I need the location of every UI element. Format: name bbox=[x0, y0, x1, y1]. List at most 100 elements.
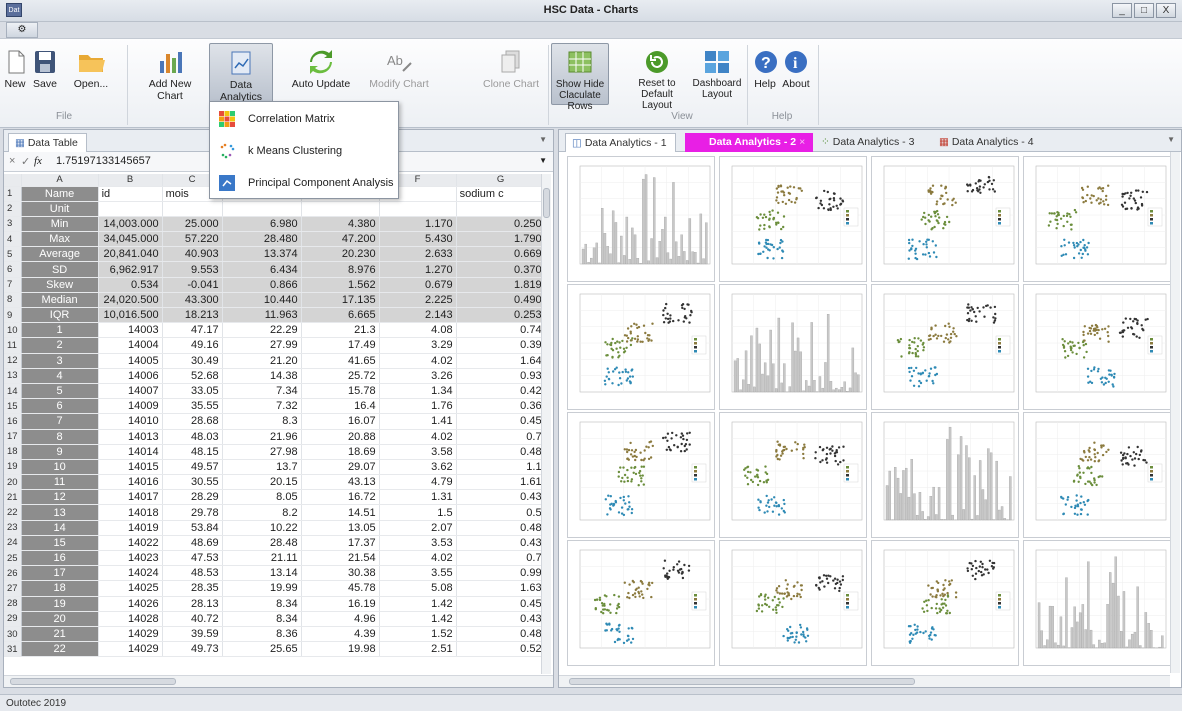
table-cell[interactable]: 14026 bbox=[98, 596, 163, 612]
stat-cell[interactable]: 6.980 bbox=[222, 216, 302, 233]
formula-dropdown-icon[interactable]: ▼ bbox=[539, 156, 547, 165]
table-cell[interactable]: 0.48 bbox=[456, 626, 546, 643]
table-cell[interactable]: 22.29 bbox=[222, 322, 302, 339]
row-number[interactable]: 22 bbox=[4, 504, 22, 521]
table-cell[interactable]: 28.35 bbox=[162, 580, 223, 597]
chart-tile[interactable] bbox=[719, 156, 867, 282]
tab-data-analytics-3[interactable]: ⁘ Data Analytics - 3 bbox=[815, 133, 922, 152]
table-cell[interactable]: 1.41 bbox=[379, 413, 457, 430]
table-cell[interactable]: 14006 bbox=[98, 368, 163, 384]
auto-update-button[interactable]: Auto Update bbox=[284, 43, 358, 109]
table-cell[interactable]: 8.34 bbox=[222, 611, 302, 627]
stat-cell[interactable]: 10.440 bbox=[222, 292, 302, 309]
table-cell[interactable]: 40.72 bbox=[162, 611, 223, 627]
table-cell[interactable]: 0.43 bbox=[456, 535, 546, 552]
charts-horizontal-scrollbar[interactable] bbox=[559, 675, 1170, 687]
table-cell[interactable]: 13.14 bbox=[222, 565, 302, 582]
table-cell[interactable]: 27.99 bbox=[222, 337, 302, 354]
stat-cell[interactable]: 6.665 bbox=[301, 307, 380, 324]
table-cell[interactable]: 14016 bbox=[98, 474, 163, 491]
table-cell[interactable]: 1.64 bbox=[456, 353, 546, 369]
table-cell[interactable]: 28.68 bbox=[162, 413, 223, 430]
column-header[interactable] bbox=[4, 174, 22, 187]
menu-item-pca[interactable]: Principal Component Analysis bbox=[210, 168, 398, 198]
stat-cell[interactable]: 0.534 bbox=[98, 277, 163, 293]
table-cell[interactable]: 33.05 bbox=[162, 383, 223, 400]
chart-tile[interactable] bbox=[1023, 540, 1171, 666]
stat-cell[interactable]: 1.819 bbox=[456, 277, 546, 293]
table-cell[interactable]: 14009 bbox=[98, 398, 163, 415]
table-cell[interactable]: 19.99 bbox=[222, 580, 302, 597]
cell[interactable] bbox=[301, 201, 380, 217]
stat-cell[interactable]: 0.669 bbox=[456, 246, 546, 263]
stat-cell[interactable]: 0.370 bbox=[456, 261, 546, 278]
table-cell[interactable]: 29.78 bbox=[162, 504, 223, 521]
tab-close-icon[interactable]: × bbox=[799, 136, 805, 148]
stat-cell[interactable]: 24,020.500 bbox=[98, 292, 163, 309]
chart-tile[interactable] bbox=[719, 540, 867, 666]
table-cell[interactable]: 14013 bbox=[98, 429, 163, 445]
table-cell[interactable]: 17.49 bbox=[301, 337, 380, 354]
clone-chart-button[interactable]: Clone Chart bbox=[478, 43, 544, 109]
table-cell[interactable]: 0.42 bbox=[456, 383, 546, 400]
stat-cell[interactable]: 17.135 bbox=[301, 292, 380, 309]
table-cell[interactable]: 0.74 bbox=[456, 322, 546, 339]
row-number[interactable]: 28 bbox=[4, 596, 22, 612]
table-cell[interactable]: 25.72 bbox=[301, 368, 380, 384]
table-cell[interactable]: 14010 bbox=[98, 413, 163, 430]
show-hide-calculate-rows-button[interactable]: Show Hide Claculate Rows bbox=[551, 43, 609, 112]
quick-access-gear-button[interactable]: ⚙ bbox=[6, 22, 38, 38]
stat-cell[interactable]: 0.866 bbox=[222, 277, 302, 293]
table-cell[interactable]: 13.05 bbox=[301, 520, 380, 536]
reset-layout-button[interactable]: Reset to Default Layout bbox=[626, 43, 688, 111]
row-number[interactable]: 19 bbox=[4, 459, 22, 476]
table-cell[interactable]: 16.19 bbox=[301, 596, 380, 612]
table-cell[interactable]: 30.38 bbox=[301, 565, 380, 582]
row-number[interactable]: 29 bbox=[4, 611, 22, 627]
stat-cell[interactable]: 28.480 bbox=[222, 231, 302, 248]
table-cell[interactable]: 2.07 bbox=[379, 520, 457, 536]
table-cell[interactable]: 29.07 bbox=[301, 459, 380, 476]
table-cell[interactable]: 28.48 bbox=[222, 535, 302, 552]
table-cell[interactable]: 30.49 bbox=[162, 353, 223, 369]
table-cell[interactable]: 21.54 bbox=[301, 550, 380, 567]
cell[interactable]: Unit bbox=[21, 201, 99, 217]
chart-tile[interactable] bbox=[719, 284, 867, 410]
name-cell[interactable]: 12 bbox=[21, 489, 99, 506]
stat-cell[interactable]: -0.041 bbox=[162, 277, 223, 293]
name-cell[interactable]: 11 bbox=[21, 474, 99, 491]
table-cell[interactable]: 49.57 bbox=[162, 459, 223, 476]
tabstrip-dropdown-icon[interactable]: ▼ bbox=[539, 135, 547, 144]
table-cell[interactable]: 17.37 bbox=[301, 535, 380, 552]
table-cell[interactable]: 8.36 bbox=[222, 626, 302, 643]
cell[interactable] bbox=[456, 201, 546, 217]
row-number[interactable]: 31 bbox=[4, 641, 22, 658]
table-cell[interactable]: 0.45 bbox=[456, 413, 546, 430]
table-cell[interactable]: 49.16 bbox=[162, 337, 223, 354]
stat-label[interactable]: IQR bbox=[21, 307, 99, 324]
stat-cell[interactable]: 2.143 bbox=[379, 307, 457, 324]
stat-cell[interactable]: 18.213 bbox=[162, 307, 223, 324]
confirm-icon[interactable]: ✓ bbox=[21, 155, 30, 168]
table-cell[interactable]: 3.55 bbox=[379, 565, 457, 582]
table-cell[interactable]: 14023 bbox=[98, 550, 163, 567]
name-cell[interactable]: 2 bbox=[21, 337, 99, 354]
close-button[interactable]: X bbox=[1156, 3, 1176, 18]
table-cell[interactable]: 0.93 bbox=[456, 368, 546, 384]
table-cell[interactable]: 45.78 bbox=[301, 580, 380, 597]
table-cell[interactable]: 3.58 bbox=[379, 444, 457, 460]
chart-tile[interactable] bbox=[719, 412, 867, 538]
column-header[interactable]: G bbox=[456, 174, 546, 187]
table-cell[interactable]: 1.1 bbox=[456, 459, 546, 476]
table-cell[interactable]: 0.48 bbox=[456, 520, 546, 536]
grid-vertical-scrollbar[interactable] bbox=[541, 174, 551, 674]
stat-cell[interactable]: 6.434 bbox=[222, 261, 302, 278]
stat-cell[interactable]: 0.250 bbox=[456, 216, 546, 233]
table-cell[interactable]: 2.51 bbox=[379, 641, 457, 658]
grid-hscroll-thumb[interactable] bbox=[10, 678, 176, 685]
row-number[interactable]: 9 bbox=[4, 307, 22, 324]
row-number[interactable]: 8 bbox=[4, 292, 22, 309]
table-cell[interactable]: 3.53 bbox=[379, 535, 457, 552]
stat-cell[interactable]: 1.270 bbox=[379, 261, 457, 278]
table-cell[interactable]: 1.61 bbox=[456, 474, 546, 491]
